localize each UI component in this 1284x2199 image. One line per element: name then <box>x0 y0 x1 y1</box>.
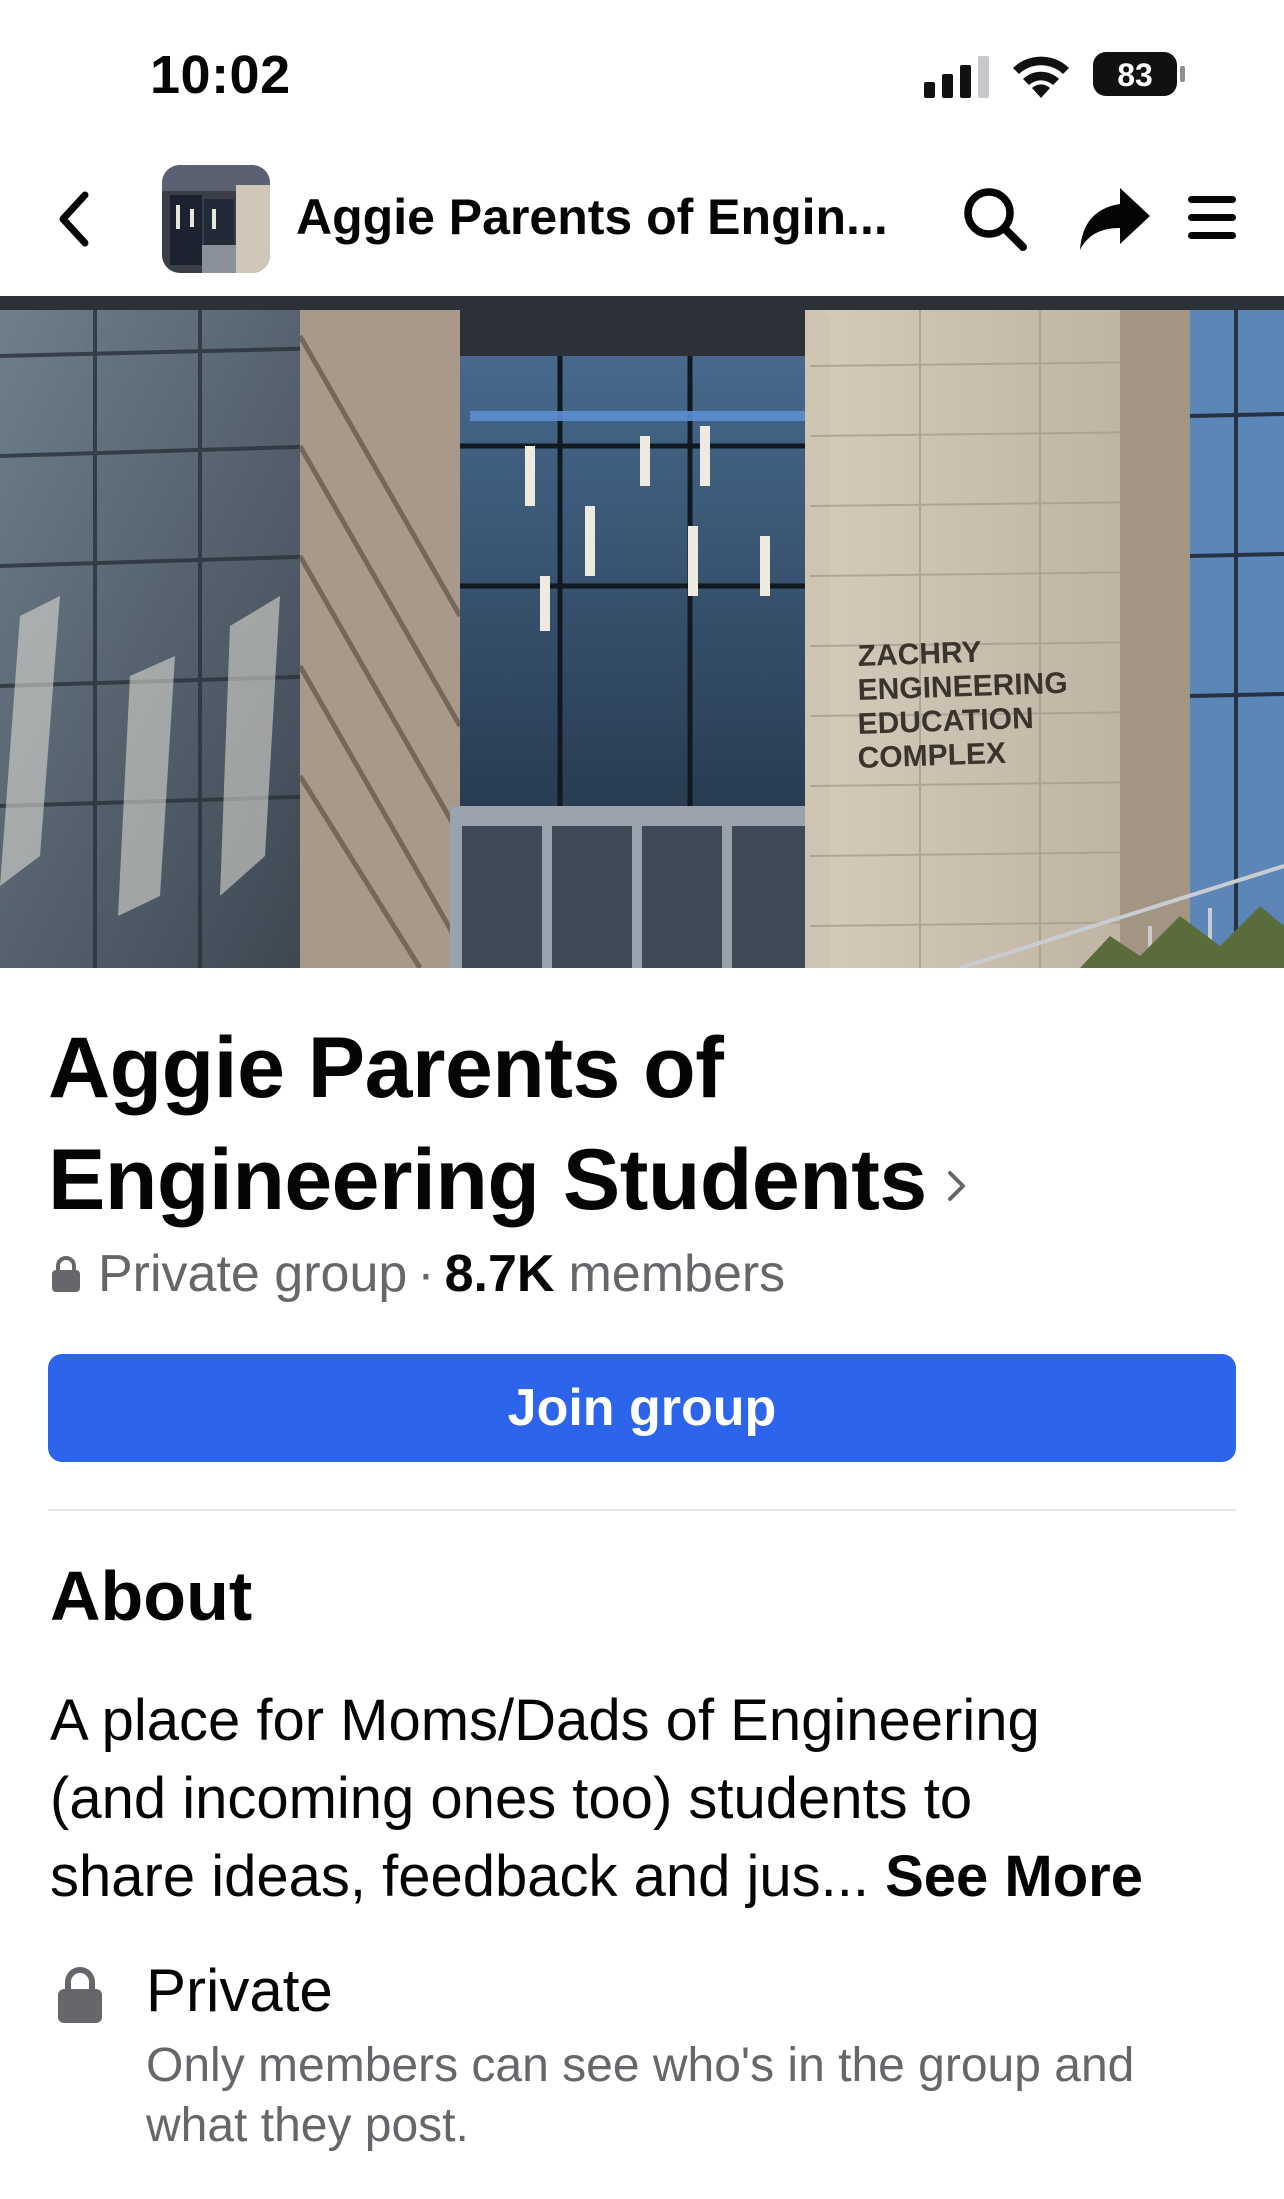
signal-icon <box>924 56 989 98</box>
share-icon[interactable] <box>1078 184 1152 254</box>
join-group-button[interactable]: Join group <box>48 1354 1236 1462</box>
group-page: 10:02 83 Aggie Parents of Engin... ZACHR… <box>0 0 1284 2199</box>
wifi-icon <box>1013 56 1069 98</box>
sign-line: EDUCATION <box>857 702 1034 741</box>
battery-level: 83 <box>1117 57 1153 93</box>
members-label[interactable]: members <box>568 1244 785 1304</box>
search-icon[interactable] <box>960 184 1030 254</box>
see-more-link[interactable]: See More <box>885 1844 1143 1909</box>
about-line: (and incoming ones too) students to <box>50 1766 973 1831</box>
about-line: A place for Moms/Dads of Engineering <box>50 1688 1040 1753</box>
group-name-line2-text: Engineering Students <box>48 1132 927 1228</box>
about-line-3: share ideas, feedback and jus... See Mor… <box>50 1838 1250 1916</box>
nav-title: Aggie Parents of Engin... <box>296 189 886 245</box>
cover-photo[interactable]: ZACHRY ENGINEERING EDUCATION COMPLEX <box>0 296 1284 968</box>
meta-separator: · <box>417 1245 435 1303</box>
privacy-title: Private <box>146 1957 333 2024</box>
battery-icon: 83 <box>1092 51 1186 97</box>
group-name[interactable]: Aggie Parents of Engineering Students <box>48 1012 1198 1236</box>
about-line: share ideas, feedback and jus... <box>50 1844 869 1909</box>
group-meta: Private group · 8.7K members <box>50 1244 785 1304</box>
back-chevron-icon <box>59 191 89 247</box>
privacy-desc-line: Only members can see who's in the group … <box>146 2039 1135 2092</box>
nav-bar: Aggie Parents of Engin... <box>0 150 1284 296</box>
about-heading: About <box>50 1557 253 1635</box>
status-bar: 10:02 83 <box>0 0 1284 150</box>
group-thumbnail[interactable] <box>162 165 270 273</box>
menu-icon[interactable] <box>1186 190 1238 246</box>
group-name-line2: Engineering Students <box>48 1124 1198 1236</box>
sign-line: COMPLEX <box>857 737 1006 775</box>
divider <box>48 1509 1236 1511</box>
lock-icon <box>52 1256 80 1292</box>
privacy-desc-line: what they post. <box>146 2099 469 2152</box>
sign-line: ZACHRY <box>857 636 982 673</box>
privacy-description: Only members can see who's in the group … <box>146 2036 1236 2156</box>
back-button[interactable] <box>44 186 104 252</box>
lock-icon <box>58 1967 102 2023</box>
privacy-label: Private group <box>98 1245 408 1303</box>
about-description: A place for Moms/Dads of Engineering (an… <box>50 1682 1250 1916</box>
status-time: 10:02 <box>150 45 291 105</box>
chevron-right-icon <box>947 1171 965 1202</box>
group-name-line1: Aggie Parents of <box>48 1020 724 1116</box>
member-count[interactable]: 8.7K <box>445 1244 555 1304</box>
